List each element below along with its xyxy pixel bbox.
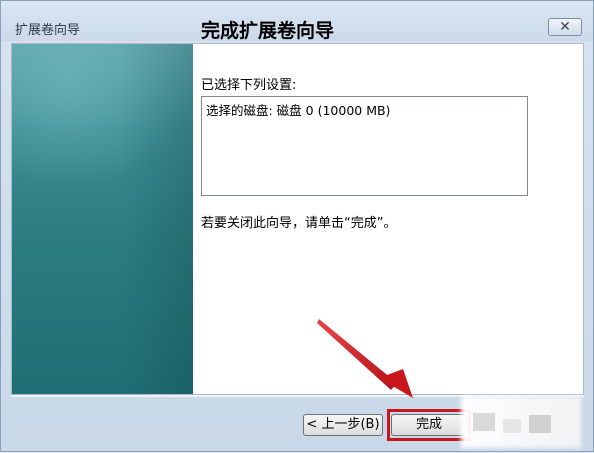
annotation-arrow-icon bbox=[317, 319, 413, 398]
wizard-window: 扩展卷向导 ✕ 完成扩展卷向导 已选择下列设置: 选择的磁盘: 磁盘 0 (10… bbox=[0, 0, 594, 452]
